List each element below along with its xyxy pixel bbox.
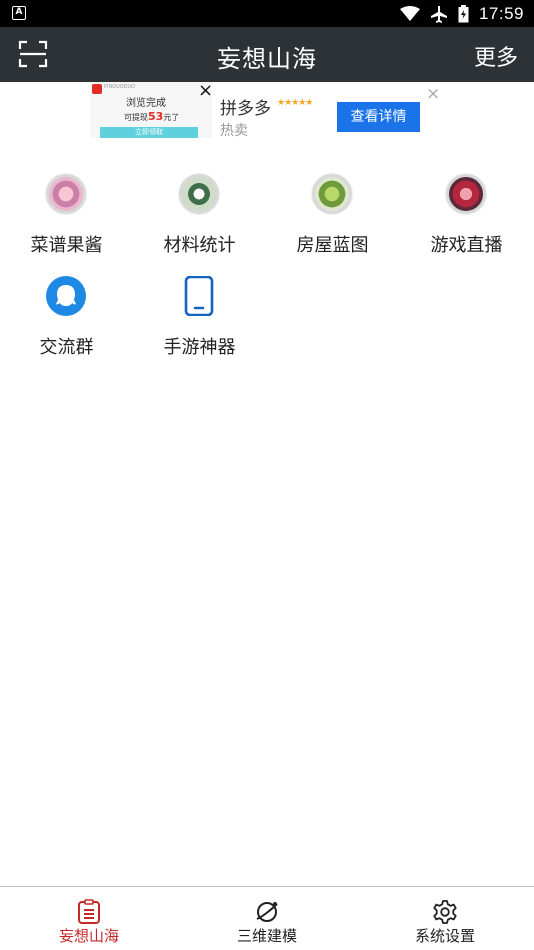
grid-item-house-blueprint[interactable]: 房屋蓝图: [266, 174, 399, 274]
nav-label: 系统设置: [414, 927, 475, 945]
ad-thumb-prefix: 可提现: [124, 113, 148, 122]
grid-item-label: 游戏直播: [430, 235, 503, 256]
ad-logo-icon: [92, 84, 102, 94]
app-notification-icon: A: [12, 6, 26, 20]
list-icon: [78, 899, 100, 924]
qq-group-icon: [46, 276, 86, 316]
grid-item-game-live[interactable]: 游戏直播: [400, 174, 533, 274]
material-stats-icon: [179, 174, 219, 214]
phone-tool-icon: [184, 276, 214, 316]
app-bar: 妄想山海 更多: [0, 27, 534, 82]
ad-brand: 拼多多: [220, 99, 271, 119]
grid-item-recipe-jam[interactable]: 菜谱果酱: [0, 174, 133, 274]
status-bar: A 17:59: [0, 0, 534, 27]
ad-banner[interactable]: PINDUODUO 浏览完成 可提现53元了 立即领取 × 拼多多 ★★★★★ …: [90, 82, 450, 140]
ad-thumb-suffix: 元了: [163, 113, 180, 122]
recipe-jam-icon: [46, 174, 86, 214]
ad-detail-button[interactable]: 查看详情: [337, 102, 420, 132]
grid-item-label: 材料统计: [163, 235, 236, 256]
wifi-icon: [399, 6, 420, 21]
status-icons: 17:59: [399, 3, 524, 25]
bottom-nav: 妄想山海 三维建模 系统设置: [0, 886, 534, 950]
grid-item-label: 菜谱果酱: [30, 235, 103, 256]
nav-item-modeling[interactable]: 三维建模: [207, 895, 327, 947]
ad-thumb-cta[interactable]: 立即领取: [100, 127, 198, 138]
nav-label: 妄想山海: [58, 927, 119, 945]
ad-thumb-line2: 可提现53元了: [124, 110, 179, 123]
ad-thumbnail[interactable]: PINDUODUO 浏览完成 可提现53元了 立即领取: [90, 82, 212, 138]
gear-icon: [433, 900, 457, 924]
ad-dismiss-icon[interactable]: ×: [426, 84, 440, 104]
grid-item-qq-group[interactable]: 交流群: [0, 276, 133, 376]
more-button[interactable]: 更多: [474, 40, 518, 72]
grid-item-label: 交流群: [39, 337, 94, 358]
nav-label: 三维建模: [236, 927, 297, 945]
ad-logo-text: PINDUODUO: [104, 84, 136, 90]
nav-item-settings[interactable]: 系统设置: [385, 895, 505, 947]
game-live-icon: [446, 174, 486, 214]
grid-item-material-stats[interactable]: 材料统计: [133, 174, 266, 274]
grid-item-phone-tool[interactable]: 手游神器: [133, 276, 266, 376]
grid-item-label: 手游神器: [163, 337, 236, 358]
battery-icon: [458, 5, 469, 23]
page-title: 妄想山海: [217, 45, 317, 73]
ad-rating-stars: ★★★★★: [277, 98, 313, 108]
ad-subtitle: 热卖: [220, 123, 248, 139]
house-blueprint-icon: [312, 174, 352, 214]
ad-thumb-line1: 浏览完成: [126, 98, 166, 109]
ad-thumb-amount: 53: [148, 110, 164, 123]
ad-close-icon[interactable]: ×: [198, 82, 213, 100]
planet-icon: [256, 902, 278, 922]
airplane-icon: [430, 6, 447, 23]
nav-item-home[interactable]: 妄想山海: [29, 895, 149, 947]
grid-item-label: 房屋蓝图: [296, 235, 369, 256]
clock-time: 17:59: [478, 4, 524, 23]
